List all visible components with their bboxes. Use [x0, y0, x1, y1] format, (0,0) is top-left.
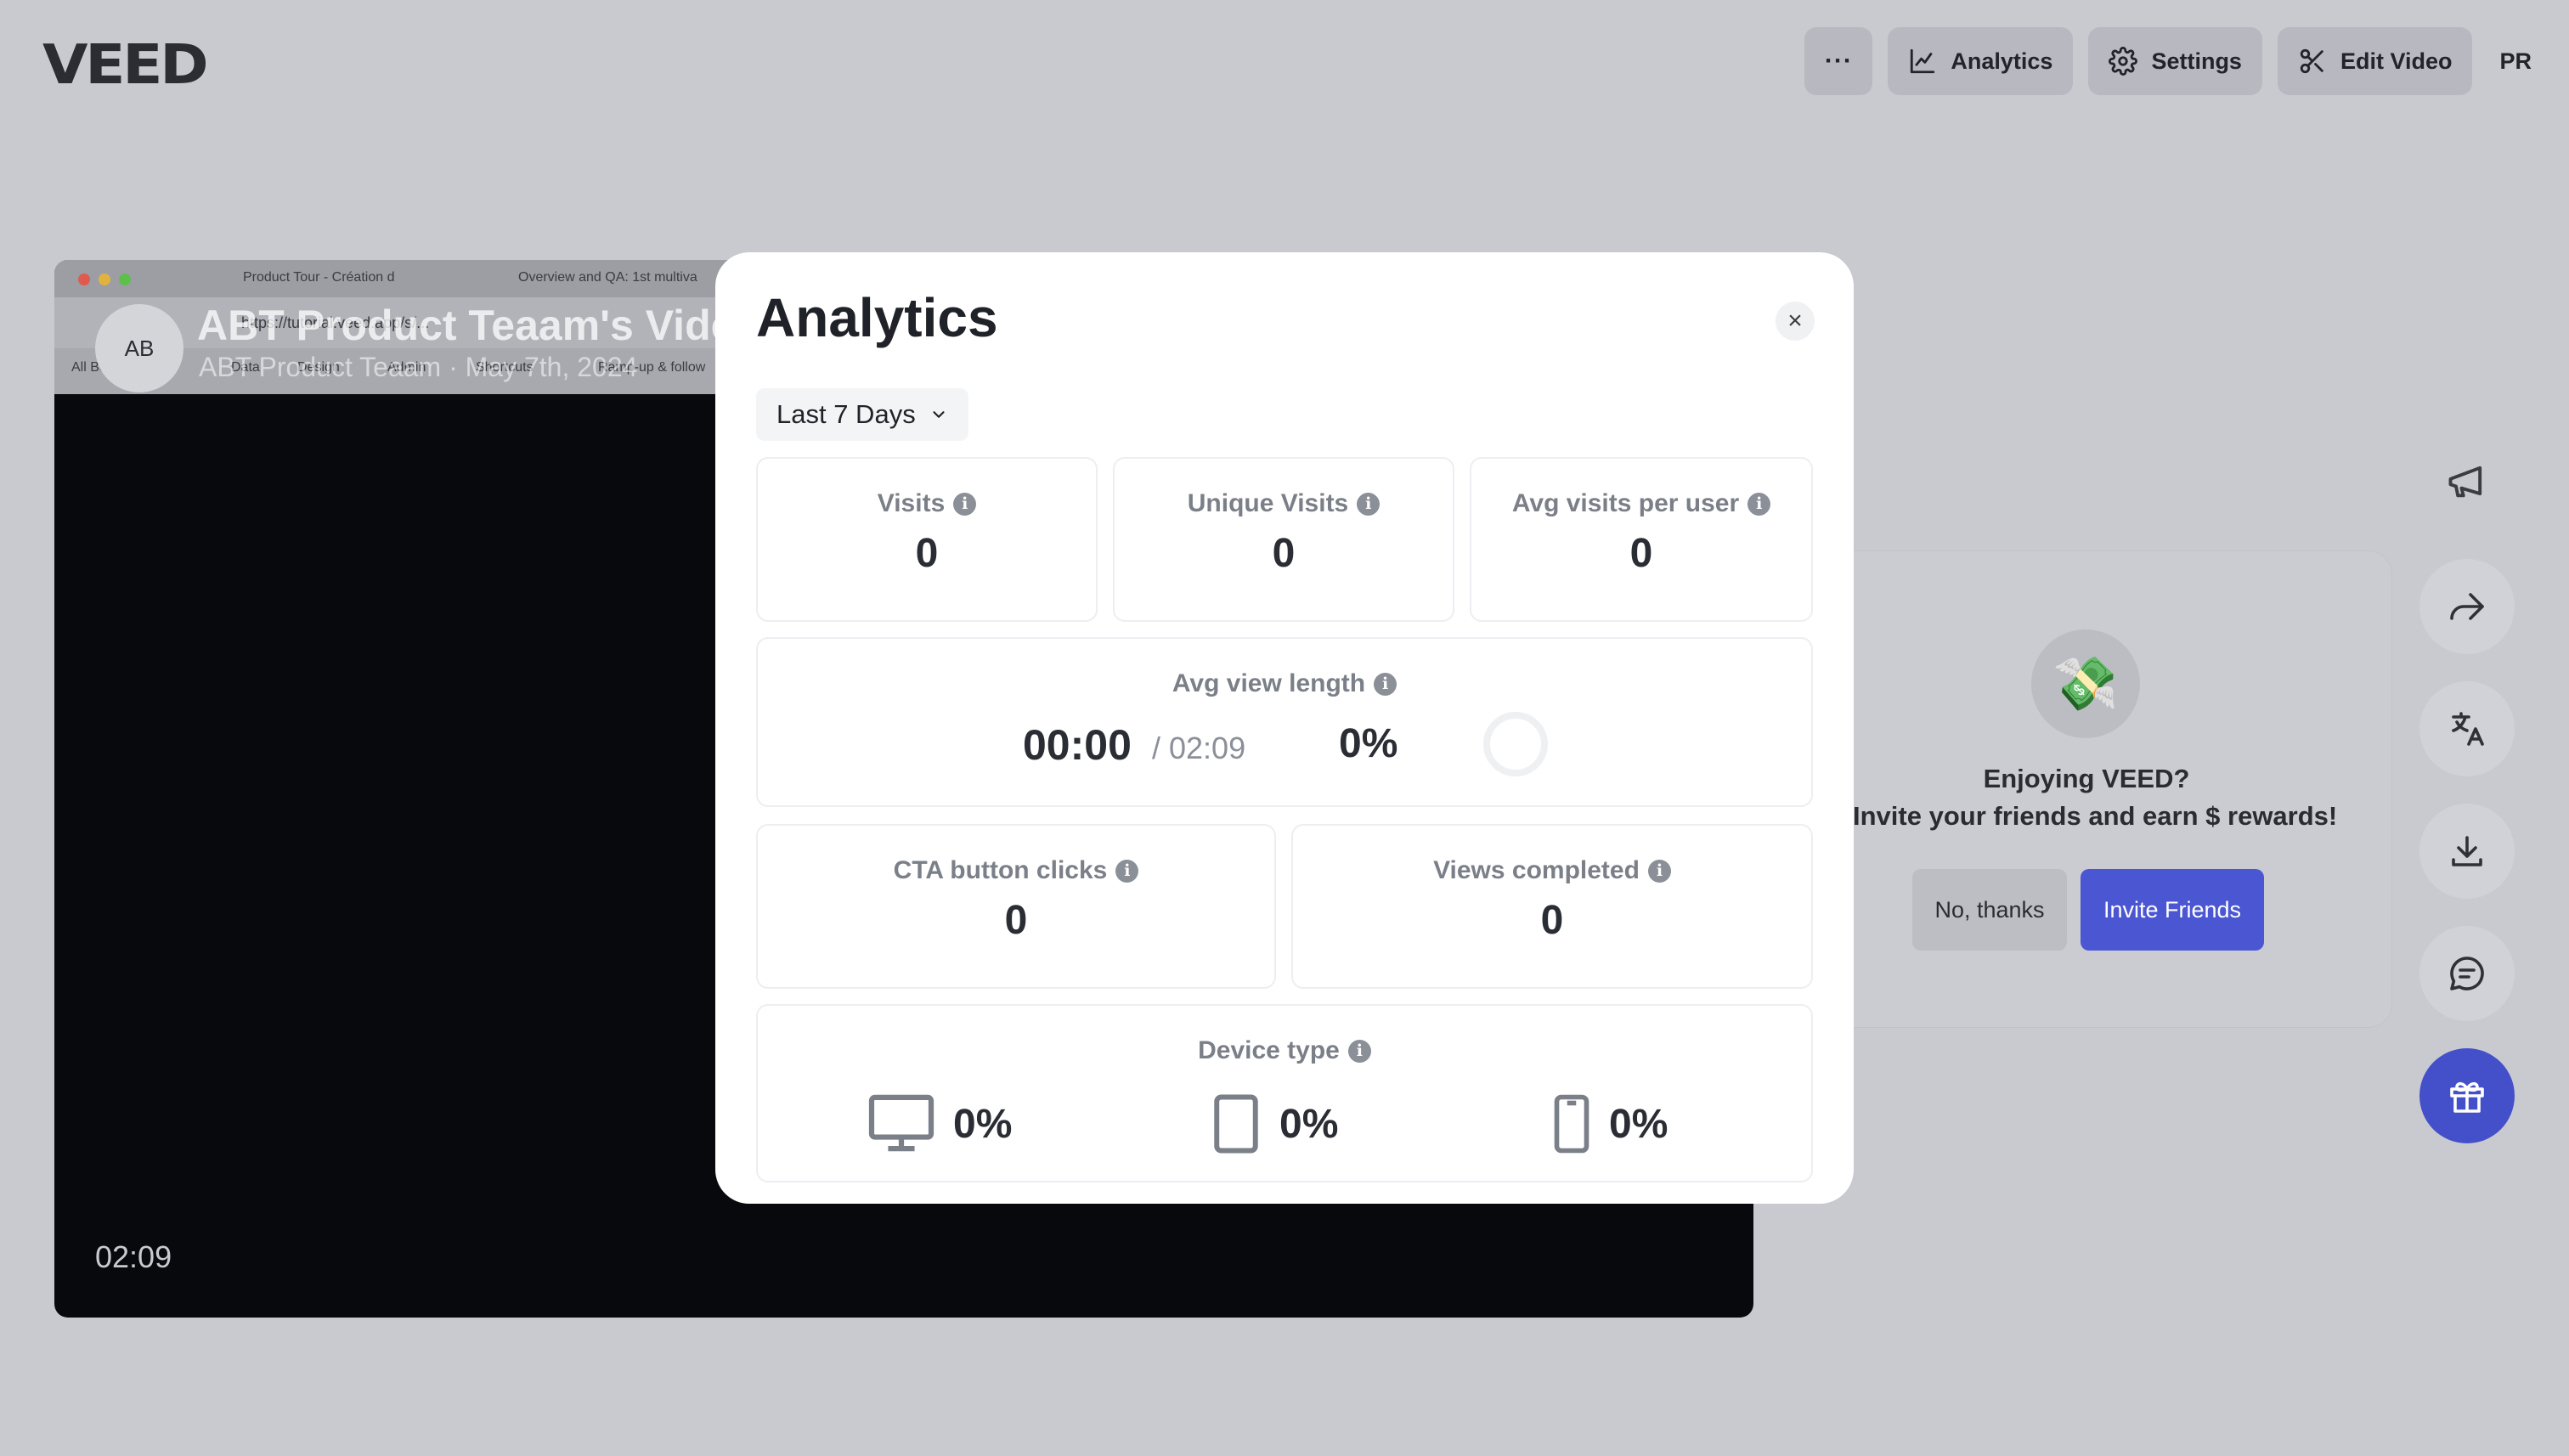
share-button[interactable]: [2419, 559, 2515, 654]
unique-visits-card: Unique Visits i 0: [1113, 457, 1454, 622]
info-icon[interactable]: i: [1374, 672, 1397, 696]
device-tablet: 0%: [1211, 1094, 1338, 1154]
translate-button[interactable]: [2419, 681, 2515, 776]
no-thanks-button[interactable]: No, thanks: [1912, 869, 2067, 951]
info-icon[interactable]: i: [1347, 1039, 1371, 1063]
gift-icon: [2450, 1081, 2484, 1113]
creator-avatar: AB: [95, 304, 184, 392]
views-completed-value: 0: [1540, 898, 1564, 943]
unique-visits-value: 0: [1272, 531, 1296, 576]
device-desktop: 0%: [868, 1094, 1012, 1154]
recorded-tab: Overview and QA: 1st multiva: [518, 270, 697, 285]
avg-visits-card: Avg visits per user i 0: [1470, 457, 1813, 622]
recorded-tab: Product Tour - Création d: [243, 270, 395, 285]
gift-button[interactable]: [2419, 1048, 2515, 1143]
cta-clicks-card: CTA button clicks i 0: [756, 824, 1276, 989]
user-avatar[interactable]: PR: [2499, 48, 2532, 75]
mobile-icon: [1554, 1094, 1589, 1154]
avg-view-length-label-row: Avg view length i: [758, 669, 1811, 698]
info-icon[interactable]: i: [953, 492, 977, 516]
settings-button[interactable]: Settings: [2088, 27, 2262, 95]
tablet-icon: [1214, 1094, 1258, 1154]
translate-icon: [2452, 712, 2484, 746]
chevron-down-icon: [933, 411, 945, 418]
desktop-percent: 0%: [953, 1101, 1013, 1147]
line-chart-icon: [1911, 48, 1935, 74]
modal-title: Analytics: [756, 287, 998, 348]
avg-visits-label-row: Avg visits per user i: [1471, 489, 1811, 518]
mobile-percent: 0%: [1609, 1101, 1668, 1147]
info-icon[interactable]: i: [1115, 859, 1139, 883]
referral-card: 💸 Enjoying VEED? Invite your friends and…: [1818, 550, 2392, 1028]
edit-video-button[interactable]: Edit Video: [2277, 27, 2473, 95]
info-icon[interactable]: i: [1647, 859, 1671, 883]
video-duration: 02:09: [95, 1239, 172, 1274]
close-icon: ×: [1787, 307, 1803, 335]
visits-label-row: Visits i: [758, 489, 1096, 518]
cta-clicks-label-row: CTA button clicks i: [758, 856, 1274, 885]
info-icon[interactable]: i: [1747, 492, 1771, 516]
date-range-select[interactable]: Last 7 Days: [756, 388, 968, 441]
scissors-icon: [2300, 48, 2323, 74]
visits-label: Visits: [877, 489, 946, 517]
video-total-duration: / 02:09: [1152, 731, 1246, 765]
window-close-dot: [78, 274, 90, 285]
tablet-percent: 0%: [1279, 1101, 1339, 1147]
money-icon: 💸: [2031, 629, 2140, 738]
views-completed-label-row: Views completed i: [1293, 856, 1811, 885]
avg-visits-label: Avg visits per user: [1511, 489, 1740, 517]
invite-friends-button[interactable]: Invite Friends: [2081, 869, 2264, 951]
cta-clicks-label: CTA button clicks: [893, 856, 1108, 884]
analytics-button[interactable]: Analytics: [1888, 27, 2074, 95]
video-subtitle: ABT Product Teaam · May 7th, 2024: [199, 352, 638, 382]
settings-button-label: Settings: [2151, 48, 2242, 74]
unique-visits-label: Unique Visits: [1187, 489, 1349, 517]
avg-view-time: 00:00: [1023, 721, 1132, 769]
more-icon: ···: [1824, 47, 1853, 75]
cta-clicks-value: 0: [1004, 898, 1028, 943]
comments-button[interactable]: [2419, 926, 2515, 1021]
share-arrow-icon: [2450, 593, 2484, 620]
edit-video-button-label: Edit Video: [2340, 48, 2453, 74]
video-title: ABT Product Teaam's Video: [197, 302, 760, 349]
visits-value: 0: [915, 531, 939, 576]
avg-view-length-card: Avg view length i 00:00 / 02:09 0%: [756, 637, 1813, 807]
close-button[interactable]: ×: [1776, 302, 1815, 341]
device-type-card: Device type i 0% 0% 0%: [756, 1004, 1813, 1182]
download-icon: [2452, 836, 2482, 866]
avg-view-length-label: Avg view length: [1172, 669, 1366, 697]
desktop-icon: [868, 1094, 934, 1152]
progress-ring: [1483, 712, 1548, 776]
gear-icon: [2109, 47, 2138, 76]
download-button[interactable]: [2419, 804, 2515, 899]
avg-view-percent: 0%: [1339, 721, 1398, 766]
device-mobile: 0%: [1553, 1094, 1668, 1154]
visits-card: Visits i 0: [756, 457, 1098, 622]
analytics-modal: Analytics × Last 7 Days Visits i 0 Uniqu…: [715, 252, 1854, 1204]
window-zoom-dot: [119, 274, 131, 285]
avg-visits-value: 0: [1629, 531, 1653, 576]
info-icon[interactable]: i: [1357, 492, 1380, 516]
referral-description: Invite your friends and earn $ rewards!: [1853, 801, 2338, 831]
veed-logo[interactable]: VEED: [42, 34, 209, 97]
top-nav: ··· Analytics Settings Edit Video PR: [1804, 27, 2532, 95]
device-type-label: Device type: [1198, 1036, 1340, 1064]
referral-title: Enjoying VEED?: [1983, 764, 2190, 793]
views-completed-label: Views completed: [1433, 856, 1640, 884]
unique-visits-label-row: Unique Visits i: [1115, 489, 1453, 518]
views-completed-card: Views completed i 0: [1291, 824, 1813, 989]
analytics-button-label: Analytics: [1951, 48, 2053, 74]
date-range-value: Last 7 Days: [776, 399, 916, 429]
device-type-label-row: Device type i: [758, 1036, 1811, 1065]
avg-view-length-row: 00:00 / 02:09 0%: [758, 712, 1811, 780]
more-options-button[interactable]: ···: [1804, 27, 1873, 95]
chat-bubble-icon: [2450, 957, 2484, 990]
window-minimize-dot: [99, 274, 110, 285]
megaphone-icon[interactable]: [2445, 459, 2489, 503]
